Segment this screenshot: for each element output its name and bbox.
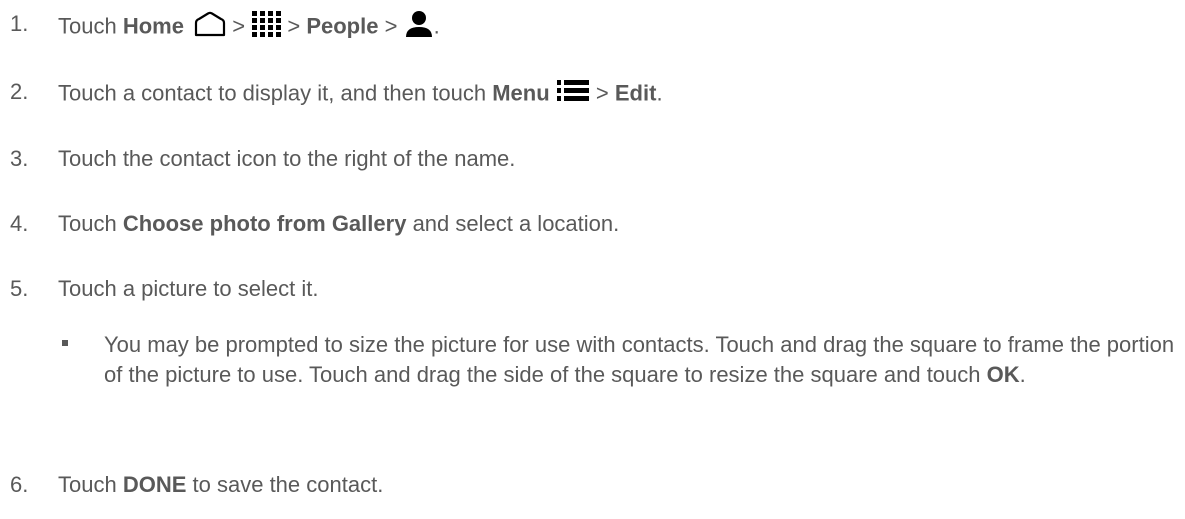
step-text: Touch the contact icon to the right of t…: [58, 146, 516, 171]
separator: >: [287, 13, 301, 39]
separator: >: [384, 13, 398, 39]
step-post-text: and select a location.: [412, 211, 620, 236]
step-text: Touch Choose photo from Gallery and sele…: [58, 210, 619, 238]
edit-label: Edit: [614, 80, 657, 106]
apps-grid-icon: [251, 10, 282, 45]
menu-label: Menu: [492, 80, 550, 106]
choose-photo-label: Choose photo from Gallery: [122, 211, 407, 236]
people-label: People: [306, 13, 379, 39]
step-number: 5.: [10, 276, 29, 301]
instructions-document: 1. Touch Home > > People > . 2. Touch a …: [0, 0, 1185, 519]
separator: >: [232, 13, 246, 39]
done-label: DONE: [122, 472, 187, 497]
period: .: [1019, 362, 1026, 387]
home-label: Home: [122, 13, 184, 39]
person-icon: [404, 10, 434, 45]
step-text: Touch DONE to save the contact.: [58, 471, 383, 499]
square-bullet: [62, 340, 68, 346]
step-number: 2.: [10, 79, 29, 104]
step-word: Touch: [58, 13, 117, 39]
home-icon: [194, 11, 226, 44]
ok-label: OK: [986, 362, 1020, 387]
step-number: 6.: [10, 472, 29, 497]
step-text: Touch Home > > People > .: [58, 10, 440, 45]
step-number: 1.: [10, 11, 29, 36]
menu-icon: [556, 78, 590, 111]
step-number: 4.: [10, 211, 29, 236]
step-post-text: to save the contact.: [192, 472, 384, 497]
step-word: Touch: [58, 472, 117, 497]
step-word: Touch: [58, 211, 117, 236]
step-pre-text: Touch a contact to display it, and then …: [58, 80, 487, 106]
separator: >: [595, 80, 609, 106]
step-text: Touch a picture to select it.: [58, 276, 319, 301]
period: .: [433, 13, 440, 39]
step-text: Touch a contact to display it, and then …: [58, 78, 663, 111]
period: .: [656, 80, 663, 106]
bullet-text: You may be prompted to size the picture …: [104, 330, 1179, 390]
step-number: 3.: [10, 146, 29, 171]
